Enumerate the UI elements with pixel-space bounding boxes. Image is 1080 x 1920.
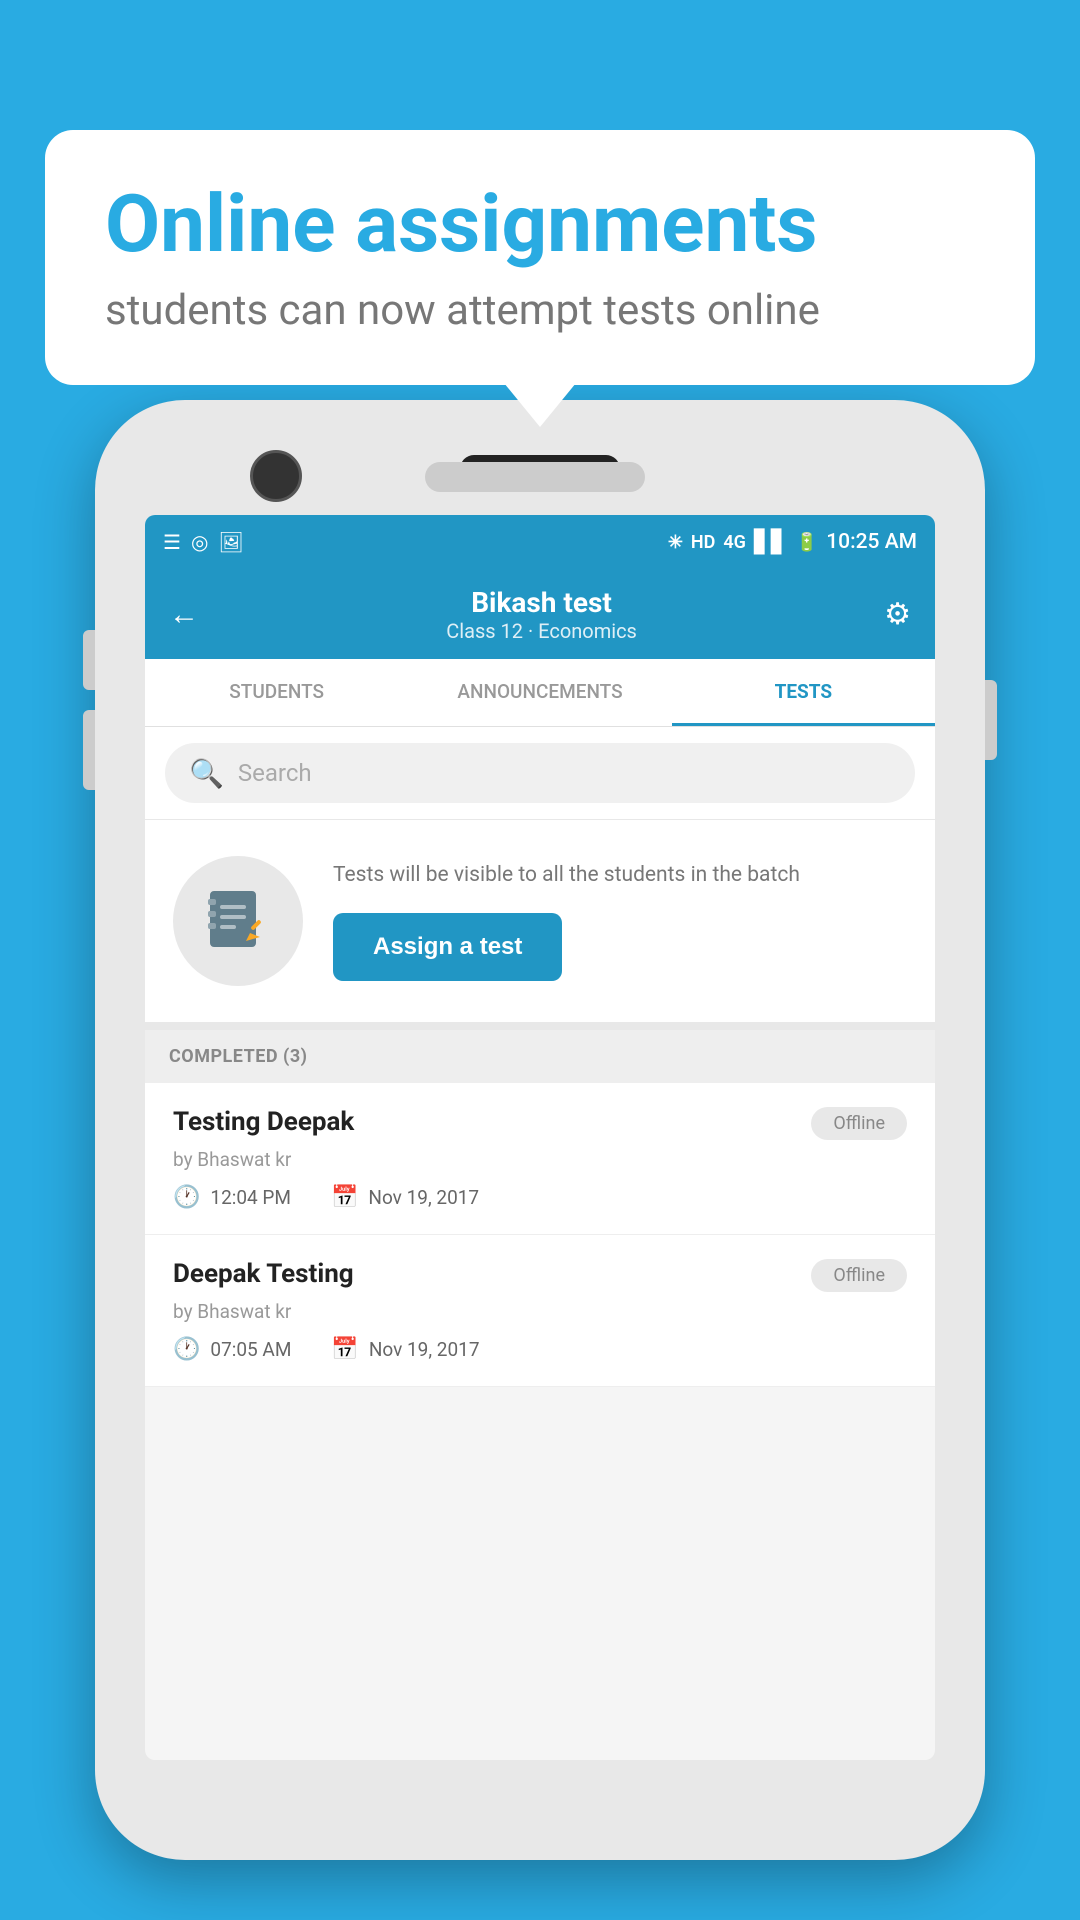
test-item-date: 📅 Nov 19, 2017 bbox=[331, 1337, 479, 1362]
test-item[interactable]: Deepak Testing Offline by Bhaswat kr 🕐 0… bbox=[145, 1235, 935, 1387]
test-item-date: 📅 Nov 19, 2017 bbox=[331, 1185, 479, 1210]
phone-side-button-left-bottom bbox=[83, 710, 95, 790]
test-item-author: by Bhaswat kr bbox=[173, 1300, 907, 1323]
signal-bars: ▋▋ bbox=[754, 530, 788, 555]
assign-description: Tests will be visible to all the student… bbox=[333, 861, 907, 890]
tab-students[interactable]: STUDENTS bbox=[145, 659, 408, 726]
test-item[interactable]: Testing Deepak Offline by Bhaswat kr 🕐 1… bbox=[145, 1083, 935, 1235]
bubble-subtitle: students can now attempt tests online bbox=[105, 286, 975, 335]
search-bar-container: 🔍 Search bbox=[145, 727, 935, 820]
tab-tests[interactable]: TESTS bbox=[672, 659, 935, 726]
phone-speaker bbox=[425, 462, 645, 492]
test-item-time: 🕐 07:05 AM bbox=[173, 1337, 291, 1362]
status-bar-right: ✳ HD 4G ▋▋ 🔋 10:25 AM bbox=[668, 530, 917, 555]
assign-test-button[interactable]: Assign a test bbox=[333, 913, 562, 981]
app-bar-title: Bikash test bbox=[199, 586, 884, 619]
search-bar[interactable]: 🔍 Search bbox=[165, 743, 915, 803]
completed-section-header: COMPLETED (3) bbox=[145, 1030, 935, 1083]
clock-icon: 🕐 bbox=[173, 1185, 200, 1210]
test-item-meta: 🕐 07:05 AM 📅 Nov 19, 2017 bbox=[173, 1337, 907, 1362]
whatsapp-icon: ◎ bbox=[191, 530, 208, 554]
status-time: 10:25 AM bbox=[826, 530, 917, 554]
app-bar-center: Bikash test Class 12 · Economics bbox=[199, 586, 884, 643]
notebook-icon bbox=[202, 885, 274, 957]
gallery-icon: 🖼 bbox=[218, 530, 243, 554]
test-item-author: by Bhaswat kr bbox=[173, 1148, 907, 1171]
clock-icon: 🕐 bbox=[173, 1337, 200, 1362]
back-button[interactable]: ← bbox=[169, 597, 199, 632]
tab-bar: STUDENTS ANNOUNCEMENTS TESTS bbox=[145, 659, 935, 727]
calendar-icon: 📅 bbox=[331, 1337, 358, 1362]
tab-announcements[interactable]: ANNOUNCEMENTS bbox=[408, 659, 671, 726]
hd-badge: HD bbox=[691, 532, 715, 553]
battery-icon: 🔋 bbox=[796, 532, 818, 553]
test-icon-circle bbox=[173, 856, 303, 986]
search-icon: 🔍 bbox=[189, 757, 224, 790]
status-bar-left: ☰ ◎ 🖼 bbox=[163, 530, 244, 554]
test-item-top: Deepak Testing Offline bbox=[173, 1259, 907, 1292]
phone-camera bbox=[250, 450, 302, 502]
test-item-meta: 🕐 12:04 PM 📅 Nov 19, 2017 bbox=[173, 1185, 907, 1210]
settings-icon[interactable]: ⚙ bbox=[884, 597, 911, 632]
offline-badge: Offline bbox=[811, 1259, 907, 1292]
phone-screen: ☰ ◎ 🖼 ✳ HD 4G ▋▋ 🔋 10:25 AM ← Bikash tes… bbox=[145, 515, 935, 1760]
search-placeholder: Search bbox=[238, 759, 312, 787]
test-item-name: Testing Deepak bbox=[173, 1107, 354, 1137]
assign-right: Tests will be visible to all the student… bbox=[333, 861, 907, 980]
app-bar-subtitle: Class 12 · Economics bbox=[199, 619, 884, 643]
offline-badge: Offline bbox=[811, 1107, 907, 1140]
background: Online assignments students can now atte… bbox=[0, 0, 1080, 1920]
phone-frame: ☰ ◎ 🖼 ✳ HD 4G ▋▋ 🔋 10:25 AM ← Bikash tes… bbox=[95, 400, 985, 1860]
app-bar: ← Bikash test Class 12 · Economics ⚙ bbox=[145, 569, 935, 659]
speech-bubble: Online assignments students can now atte… bbox=[45, 130, 1035, 385]
assign-section: Tests will be visible to all the student… bbox=[145, 820, 935, 1030]
calendar-icon: 📅 bbox=[331, 1185, 358, 1210]
test-item-time: 🕐 12:04 PM bbox=[173, 1185, 291, 1210]
bubble-title: Online assignments bbox=[105, 180, 975, 268]
status-bar: ☰ ◎ 🖼 ✳ HD 4G ▋▋ 🔋 10:25 AM bbox=[145, 515, 935, 569]
notification-icon: ☰ bbox=[163, 530, 181, 554]
phone-side-button-left-top bbox=[83, 630, 95, 690]
bluetooth-icon: ✳ bbox=[668, 532, 683, 553]
test-item-top: Testing Deepak Offline bbox=[173, 1107, 907, 1140]
test-item-name: Deepak Testing bbox=[173, 1259, 354, 1289]
phone-side-button-right bbox=[985, 680, 997, 760]
4g-badge: 4G bbox=[723, 532, 746, 553]
